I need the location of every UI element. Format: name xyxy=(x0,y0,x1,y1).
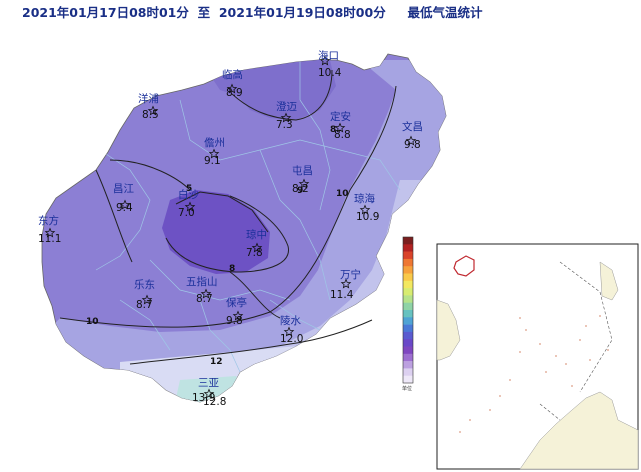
station-value: 10.4 xyxy=(318,67,342,79)
legend-swatch xyxy=(403,331,413,340)
legend-swatch xyxy=(403,302,413,311)
legend: 单位 xyxy=(402,236,414,392)
legend-swatch xyxy=(403,324,413,333)
legend-swatch xyxy=(403,237,413,245)
station-value: 12.0 xyxy=(280,333,303,345)
legend-swatch xyxy=(403,280,413,289)
station-name: 三亚 xyxy=(198,377,219,389)
legend-swatch xyxy=(403,295,413,303)
station-name: 海口 xyxy=(318,49,339,62)
isoline-label: 10 xyxy=(86,317,99,327)
legend-swatch xyxy=(403,353,413,362)
station-name: 琼海 xyxy=(354,192,375,205)
inset-map xyxy=(436,243,639,470)
station-value: 8.9 xyxy=(226,87,243,99)
temperature-map: 5 8 8 10 9 10 12 海口10.4临高8.9澄迈7.3洋浦8.5 定安… xyxy=(38,49,639,470)
station-name: 保亭 xyxy=(226,296,247,309)
station-name: 儋州 xyxy=(204,136,225,149)
station-value: 8.2 xyxy=(292,183,309,195)
station-name: 琼中 xyxy=(246,228,267,241)
legend-swatch xyxy=(403,310,413,318)
station-value: 7.3 xyxy=(276,119,293,131)
station-name: 定安 xyxy=(330,110,351,123)
station-name: 乐东 xyxy=(134,278,155,291)
legend-swatch xyxy=(403,258,413,267)
legend-swatch xyxy=(403,375,413,384)
isoline-label: 8 xyxy=(229,264,235,274)
legend-swatch xyxy=(403,244,413,252)
station-name: 东方 xyxy=(38,214,59,227)
station-name: 洋浦 xyxy=(138,92,159,105)
station-value: 11.1 xyxy=(38,233,61,245)
legend-swatch xyxy=(403,273,413,282)
station-name: 文昌 xyxy=(402,120,423,133)
station-value: 10.9 xyxy=(356,211,379,223)
station-value: 8.7 xyxy=(196,293,213,305)
station-extra-value: 12.8 xyxy=(203,396,226,408)
legend-swatch xyxy=(403,361,413,369)
isoline-label: 12 xyxy=(210,357,223,367)
station-name: 陵水 xyxy=(280,315,301,327)
station-value: 9.1 xyxy=(204,155,221,167)
station-name: 万宁 xyxy=(340,268,361,281)
station-name: 五指山 xyxy=(186,275,218,288)
legend-swatch xyxy=(403,346,413,355)
legend-label: 单位 xyxy=(402,385,412,392)
station-value: 8.8 xyxy=(334,129,351,141)
legend-swatch xyxy=(403,288,413,296)
station-name: 白沙 xyxy=(178,188,199,201)
station-name: 临高 xyxy=(222,68,243,81)
station-value: 9.8 xyxy=(404,139,421,151)
legend-swatch xyxy=(403,317,413,325)
legend-swatch xyxy=(403,368,413,376)
legend-swatch xyxy=(403,251,413,260)
station-value: 7.0 xyxy=(178,207,195,219)
station-value: 8.5 xyxy=(142,109,159,121)
station-value: 8.7 xyxy=(136,299,153,311)
station-name: 昌江 xyxy=(113,183,134,195)
legend-swatch xyxy=(403,266,413,274)
station-value: 9.4 xyxy=(116,202,133,214)
station-name: 澄迈 xyxy=(276,100,297,113)
station-value: 7.8 xyxy=(246,247,263,259)
station-name: 屯昌 xyxy=(292,164,313,177)
station-value: 9.8 xyxy=(226,315,243,327)
station-value: 11.4 xyxy=(330,289,354,301)
isoline-label: 10 xyxy=(336,189,349,199)
legend-swatch xyxy=(403,339,413,347)
